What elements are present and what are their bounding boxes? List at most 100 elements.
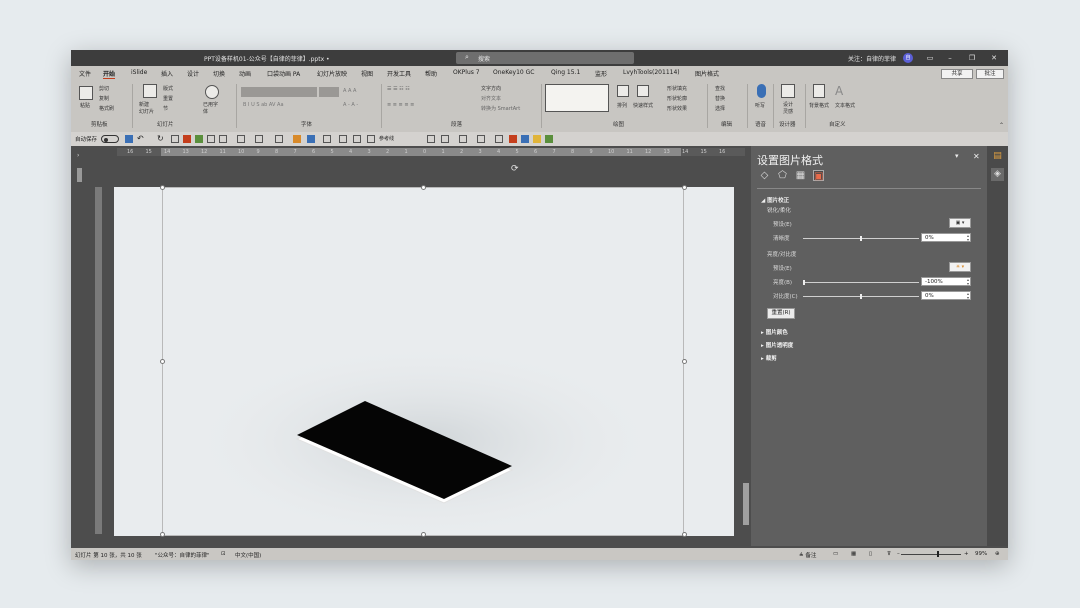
fill-line-icon[interactable]: ◇	[759, 170, 770, 181]
copy-button[interactable]: 复制	[99, 95, 109, 102]
used-fonts-icon[interactable]	[205, 85, 219, 99]
bc-preset-dropdown[interactable]: ✳ ▾	[949, 262, 971, 272]
section-picture-color[interactable]: ▸ 图片颜色	[761, 328, 788, 336]
tab-pocket-animation[interactable]: 口袋动画 PA	[267, 69, 300, 78]
toolbar-icon[interactable]	[477, 135, 485, 143]
toolbar-icon[interactable]	[323, 135, 331, 143]
shapes-gallery[interactable]	[545, 84, 609, 112]
tab-onekey[interactable]: OneKey10 GC	[493, 69, 534, 76]
expand-thumbnails-icon[interactable]: ›	[77, 152, 79, 159]
avatar[interactable]: 自	[903, 53, 913, 63]
contrast-slider[interactable]	[803, 294, 919, 299]
align-icons[interactable]: ≡ ≡ ≡ ≡ ≡	[387, 102, 414, 108]
shape-effects-button[interactable]: 形状效果	[667, 105, 687, 112]
search-box[interactable]: ⌕ 搜索	[456, 52, 634, 64]
font-style-icons[interactable]: B I U S ab AV Aa	[243, 102, 284, 108]
effects-icon[interactable]: ⬠	[777, 170, 788, 181]
slider-knob[interactable]	[860, 236, 862, 241]
zoom-slider-knob[interactable]	[937, 551, 939, 557]
resize-handle[interactable]	[682, 185, 687, 190]
replace-button[interactable]: 替换	[715, 95, 725, 102]
reset-slide-button[interactable]: 重置	[163, 95, 173, 102]
toolbar-icon[interactable]	[441, 135, 449, 143]
normal-view-icon[interactable]: ▭	[833, 551, 838, 557]
resize-handle[interactable]	[682, 359, 687, 364]
maximize-button[interactable]: ❐	[965, 52, 979, 64]
sharpness-slider[interactable]	[803, 236, 919, 241]
sharpness-spinner[interactable]: 0% ▴ ▾	[921, 233, 971, 242]
brightness-spinner[interactable]: -100% ▴ ▾	[921, 277, 971, 286]
comments-button[interactable]: 批注	[976, 69, 1004, 79]
shape-outline-button[interactable]: 形状轮廓	[667, 95, 687, 102]
resize-handle[interactable]	[160, 185, 165, 190]
slide-thumbnail-strip[interactable]: ›	[71, 146, 89, 546]
resize-handle[interactable]	[160, 532, 165, 537]
reading-view-icon[interactable]: ▯	[869, 551, 872, 557]
tab-developer[interactable]: 开发工具	[387, 69, 411, 78]
microphone-icon[interactable]	[757, 84, 766, 98]
text-direction-button[interactable]: 文字方向	[481, 85, 501, 92]
undo-icon[interactable]: ↶	[137, 135, 145, 143]
select-button[interactable]: 选择	[715, 105, 725, 112]
tab-islide[interactable]: iSlide	[131, 69, 147, 76]
tab-animations[interactable]: 动画	[239, 69, 251, 78]
save-icon[interactable]	[125, 135, 133, 143]
notes-button[interactable]: ≜ 备注	[799, 551, 816, 559]
resize-handle[interactable]	[421, 532, 426, 537]
share-button[interactable]: 共享	[941, 69, 973, 79]
design-ideas-icon[interactable]	[781, 84, 795, 98]
toolbar-icon[interactable]	[533, 135, 541, 143]
smartart-button[interactable]: 转换为 SmartArt	[481, 105, 520, 112]
pane-close-icon[interactable]: ✕	[973, 152, 980, 161]
toolbar-icon[interactable]	[183, 135, 191, 143]
zoom-percent[interactable]: 99%	[975, 551, 987, 557]
cut-button[interactable]: 剪切	[99, 85, 109, 92]
tab-view[interactable]: 视图	[361, 69, 373, 78]
align-text-button[interactable]: 对齐文本	[481, 95, 501, 102]
tab-qing[interactable]: Qing 15.1	[551, 69, 580, 76]
tab-okplus[interactable]: OKPlus 7	[453, 69, 480, 76]
tab-home[interactable]: 开始	[103, 69, 116, 79]
toolbar-icon[interactable]	[219, 135, 227, 143]
zoom-in-icon[interactable]: +	[964, 551, 969, 557]
slideshow-icon[interactable]: ⊽	[887, 551, 891, 557]
quick-styles-icon[interactable]	[637, 85, 649, 97]
resize-handle[interactable]	[421, 185, 426, 190]
text-format-icon[interactable]: A	[835, 84, 843, 98]
format-painter-button[interactable]: 格式刷	[99, 105, 114, 112]
zoom-out-icon[interactable]: –	[897, 551, 900, 557]
tab-help[interactable]: 帮助	[425, 69, 437, 78]
tab-file[interactable]: 文件	[79, 69, 91, 78]
pane-options-icon[interactable]: ▾	[955, 152, 959, 160]
picture-icon[interactable]: ▣	[813, 170, 824, 182]
slide-sorter-icon[interactable]: ▦	[851, 551, 856, 557]
collapse-ribbon-icon[interactable]: ⌃	[999, 122, 1004, 129]
rotate-handle-icon[interactable]: ⟳	[511, 164, 519, 174]
toolbar-icon[interactable]	[255, 135, 263, 143]
section-picture-correction[interactable]: ◢ 图片校正	[761, 196, 789, 204]
font-name-box[interactable]	[241, 87, 317, 97]
designer-side-icon[interactable]: ▤	[991, 150, 1004, 163]
language-label[interactable]: 中文(中国)	[235, 551, 261, 559]
brightness-slider[interactable]	[803, 280, 919, 285]
toolbar-icon[interactable]	[427, 135, 435, 143]
autosave-toggle[interactable]	[101, 135, 119, 143]
tab-jianxing[interactable]: 监形	[595, 69, 607, 78]
toolbar-icon[interactable]	[339, 135, 347, 143]
toolbar-icon[interactable]	[495, 135, 503, 143]
bg-format-icon[interactable]	[813, 84, 825, 98]
vertical-scrollbar[interactable]	[743, 156, 749, 546]
selection-frame[interactable]: ⟳	[160, 164, 687, 537]
redo-icon[interactable]: ↻	[157, 135, 165, 143]
font-grow-shrink-icons[interactable]: A A A	[343, 88, 356, 94]
fit-slide-icon[interactable]: ⊕	[995, 551, 1000, 557]
layout-button[interactable]: 版式	[163, 85, 173, 92]
tab-insert[interactable]: 插入	[161, 69, 173, 78]
reset-button[interactable]: 重置(R)	[767, 308, 795, 319]
sharpen-preset-dropdown[interactable]: ▣ ▾	[949, 218, 971, 228]
format-pane-side-icon[interactable]: ◈	[991, 168, 1004, 181]
new-slide-icon[interactable]	[143, 84, 157, 98]
contrast-spinner[interactable]: 0% ▴ ▾	[921, 291, 971, 300]
toolbar-icon[interactable]	[545, 135, 553, 143]
section-picture-transparency[interactable]: ▸ 图片透明度	[761, 341, 793, 349]
